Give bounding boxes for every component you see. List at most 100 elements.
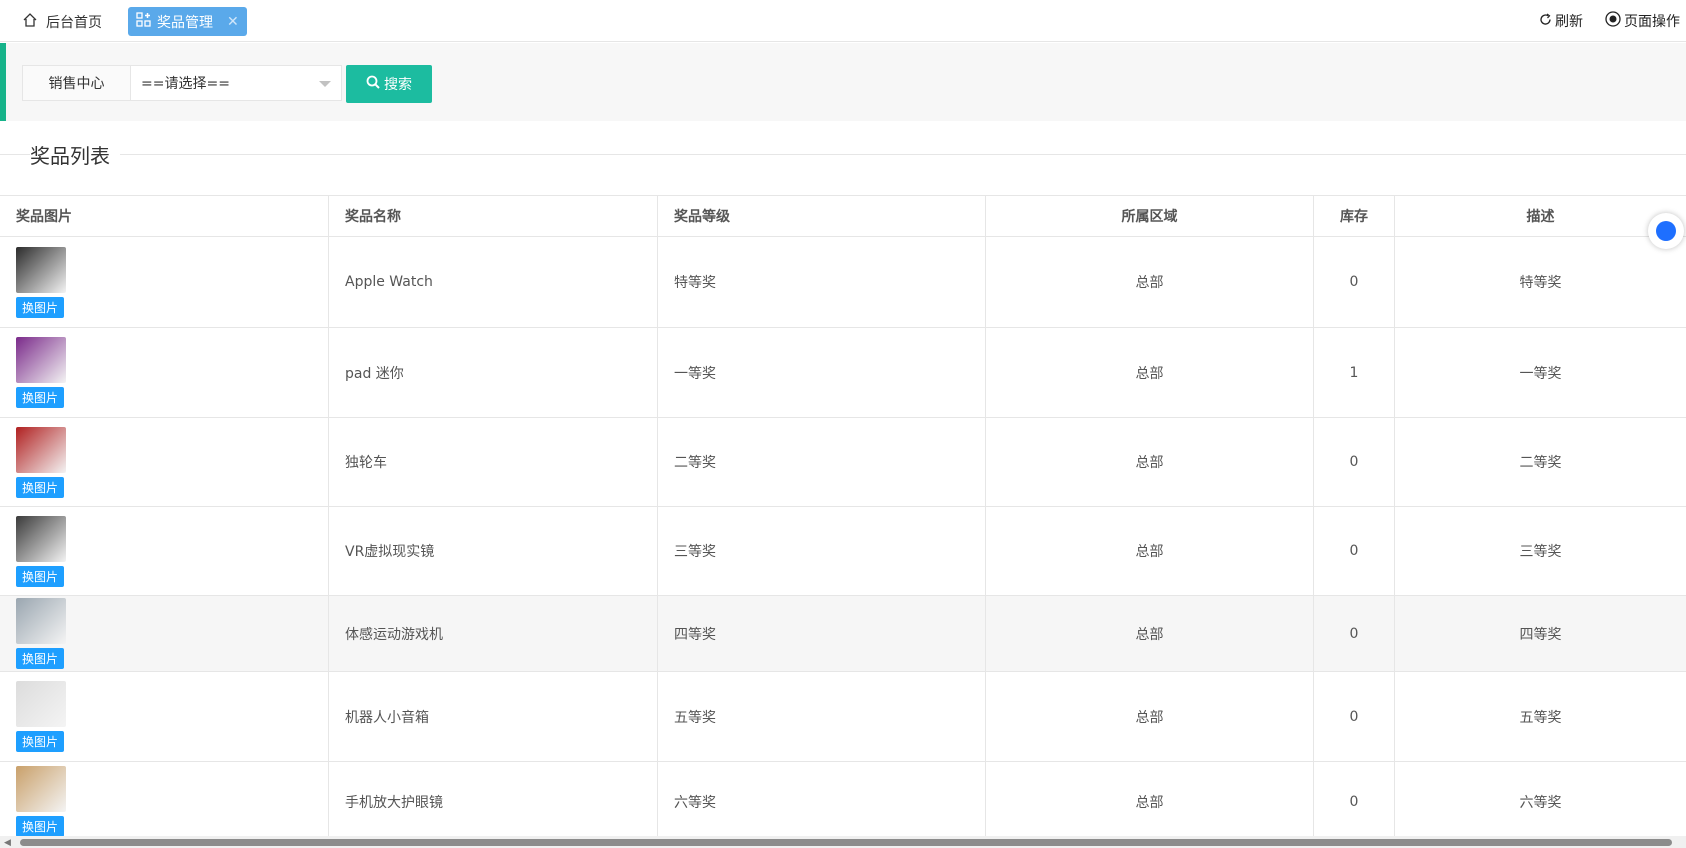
sales-center-field: 销售中心 ==请选择== bbox=[22, 65, 342, 101]
hoverboard-image bbox=[16, 426, 66, 473]
header-level: 奖品等级 bbox=[658, 196, 986, 236]
watch-image bbox=[16, 246, 66, 293]
page-ops-button[interactable]: 页面操作 bbox=[1605, 11, 1680, 31]
prize-region: 总部 bbox=[986, 596, 1314, 671]
prize-desc: 一等奖 bbox=[1519, 365, 1562, 382]
prize-region: 总部 bbox=[986, 672, 1314, 761]
prize-desc: 五等奖 bbox=[1519, 709, 1562, 726]
table-row: 换图片 机器人小音箱 五等奖 总部 0 五等奖 bbox=[0, 672, 1686, 762]
home-icon bbox=[22, 12, 38, 32]
prize-name: 体感运动游戏机 bbox=[329, 596, 658, 671]
sales-center-select[interactable]: ==请选择== bbox=[131, 66, 341, 100]
game-console-image bbox=[16, 598, 66, 644]
table-row: 换图片 独轮车 二等奖 总部 0 二等奖 bbox=[0, 418, 1686, 507]
prize-desc: 特等奖 bbox=[1519, 275, 1562, 291]
chat-icon bbox=[1656, 221, 1676, 241]
swap-image-button[interactable]: 换图片 bbox=[16, 387, 64, 408]
swap-image-button[interactable]: 换图片 bbox=[16, 816, 64, 837]
refresh-icon bbox=[1539, 13, 1552, 30]
prize-stock: 1 bbox=[1314, 328, 1395, 417]
table-header: 奖品图片 奖品名称 奖品等级 所属区域 库存 描述 bbox=[0, 196, 1686, 237]
prize-image-cell: 换图片 bbox=[0, 762, 329, 841]
prize-region: 总部 bbox=[986, 762, 1314, 841]
prize-stock: 0 bbox=[1314, 507, 1395, 595]
tab-home[interactable]: 后台首页 bbox=[22, 11, 102, 33]
page-ops-label: 页面操作 bbox=[1624, 14, 1680, 30]
table-row: 换图片 手机放大护眼镜 六等奖 总部 0 六等奖 bbox=[0, 762, 1686, 842]
search-panel: 销售中心 ==请选择== 搜索 bbox=[0, 43, 1686, 121]
refresh-label: 刷新 bbox=[1555, 14, 1583, 30]
scrollbar-thumb[interactable] bbox=[20, 839, 1672, 846]
prize-stock: 0 bbox=[1314, 596, 1395, 671]
prize-level: 特等奖 bbox=[658, 237, 986, 327]
prize-desc: 二等奖 bbox=[1519, 455, 1562, 471]
prize-stock: 0 bbox=[1314, 237, 1395, 327]
chevron-down-icon bbox=[319, 81, 331, 87]
swap-image-button[interactable]: 换图片 bbox=[16, 296, 64, 318]
swap-image-button[interactable]: 换图片 bbox=[16, 648, 64, 669]
prize-level: 六等奖 bbox=[658, 762, 986, 841]
header-region: 所属区域 bbox=[986, 196, 1314, 236]
prize-level: 四等奖 bbox=[658, 596, 986, 671]
tab-bar: 后台首页 奖品管理 ✕ 刷新 页面操作 bbox=[0, 0, 1686, 42]
header-stock: 库存 bbox=[1314, 196, 1395, 236]
prize-level: 二等奖 bbox=[658, 418, 986, 506]
table-row: 换图片 pad 迷你 一等奖 总部 1 一等奖 bbox=[0, 328, 1686, 418]
tab-prize-management[interactable]: 奖品管理 ✕ bbox=[128, 7, 247, 36]
prize-image-cell: 换图片 bbox=[0, 237, 329, 327]
target-icon bbox=[1605, 11, 1621, 31]
select-value: ==请选择== bbox=[141, 76, 230, 92]
table-row: 换图片 VR虚拟现实镜 三等奖 总部 0 三等奖 bbox=[0, 507, 1686, 596]
prize-stock: 0 bbox=[1314, 672, 1395, 761]
prize-level: 五等奖 bbox=[658, 672, 986, 761]
table-row: 换图片 体感运动游戏机 四等奖 总部 0 四等奖 bbox=[0, 596, 1686, 672]
prize-name: 手机放大护眼镜 bbox=[329, 762, 658, 841]
prize-name: 独轮车 bbox=[329, 418, 658, 506]
robot-speaker-image bbox=[16, 681, 66, 727]
swap-image-button[interactable]: 换图片 bbox=[16, 476, 64, 498]
prize-region: 总部 bbox=[986, 507, 1314, 595]
tablet-image bbox=[16, 337, 66, 383]
section-divider bbox=[0, 154, 1686, 155]
top-actions: 刷新 页面操作 bbox=[1539, 11, 1680, 31]
prize-level: 三等奖 bbox=[658, 507, 986, 595]
prize-image-cell: 换图片 bbox=[0, 418, 329, 506]
prize-table: 奖品图片 奖品名称 奖品等级 所属区域 库存 描述 换图片 Apple Watc… bbox=[0, 195, 1686, 842]
vr-headset-image bbox=[16, 515, 66, 562]
apps-icon bbox=[136, 12, 151, 31]
section-title: 奖品列表 bbox=[30, 140, 120, 169]
prize-image-cell: 换图片 bbox=[0, 328, 329, 417]
swap-image-button[interactable]: 换图片 bbox=[16, 731, 64, 752]
accent-bar bbox=[0, 43, 6, 121]
tab-prize-management-label: 奖品管理 bbox=[157, 14, 213, 31]
prize-name: 机器人小音箱 bbox=[329, 672, 658, 761]
prize-desc: 三等奖 bbox=[1519, 544, 1562, 560]
prize-name: VR虚拟现实镜 bbox=[329, 507, 658, 595]
prize-image-cell: 换图片 bbox=[0, 672, 329, 761]
prize-image-cell: 换图片 bbox=[0, 507, 329, 595]
prize-stock: 0 bbox=[1314, 762, 1395, 841]
prize-region: 总部 bbox=[986, 328, 1314, 417]
prize-desc: 六等奖 bbox=[1519, 794, 1562, 811]
prize-stock: 0 bbox=[1314, 418, 1395, 506]
prize-name: pad 迷你 bbox=[329, 328, 658, 417]
float-chat-button[interactable] bbox=[1648, 213, 1684, 249]
search-button[interactable]: 搜索 bbox=[346, 65, 432, 103]
header-desc: 描述 bbox=[1526, 209, 1555, 225]
header-name: 奖品名称 bbox=[329, 196, 658, 236]
search-button-label: 搜索 bbox=[384, 77, 412, 93]
prize-image-cell: 换图片 bbox=[0, 596, 329, 671]
prize-level: 一等奖 bbox=[658, 328, 986, 417]
scroll-left-icon[interactable]: ◀ bbox=[4, 838, 11, 848]
horizontal-scrollbar[interactable]: ◀ bbox=[0, 836, 1686, 848]
refresh-button[interactable]: 刷新 bbox=[1539, 11, 1583, 31]
swap-image-button[interactable]: 换图片 bbox=[16, 565, 64, 587]
magnifier-image bbox=[16, 766, 66, 812]
prize-desc: 四等奖 bbox=[1519, 626, 1562, 643]
tab-home-label: 后台首页 bbox=[46, 15, 102, 31]
prize-name: Apple Watch bbox=[329, 237, 658, 327]
search-icon bbox=[366, 75, 380, 93]
close-icon[interactable]: ✕ bbox=[227, 14, 239, 30]
sales-center-label: 销售中心 bbox=[23, 66, 131, 100]
header-image: 奖品图片 bbox=[0, 196, 329, 236]
